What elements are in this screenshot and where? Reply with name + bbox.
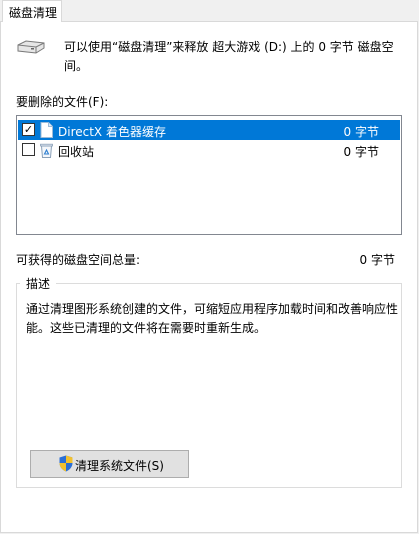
- document-icon: [40, 122, 53, 138]
- recycle-bin-icon: [40, 143, 53, 158]
- file-item-size: 0 字节: [343, 125, 379, 139]
- files-to-delete-label: 要删除的文件(F):: [16, 95, 109, 109]
- total-space-label: 可获得的磁盘空间总量:: [16, 253, 141, 267]
- tab-disk-cleanup[interactable]: 磁盘清理: [2, 0, 62, 22]
- intro-text: 可以使用“磁盘清理”来释放 超大游戏 (D:) 上的 0 字节 磁盘空间。: [64, 40, 394, 73]
- file-item-directx-cache[interactable]: ✓ DirectX 着色器缓存 0 字节: [18, 120, 400, 140]
- clean-system-files-button[interactable]: 清理系统文件(S): [30, 450, 189, 478]
- file-item-name: DirectX 着色器缓存: [58, 125, 166, 139]
- description-title: 描述: [20, 275, 57, 292]
- clean-system-files-label: 清理系统文件(S): [75, 459, 164, 473]
- file-item-size: 0 字节: [343, 145, 379, 159]
- drive-icon: [17, 40, 45, 54]
- file-item-name: 回收站: [58, 145, 95, 159]
- total-space-value: 0 字节: [359, 253, 395, 267]
- file-list[interactable]: ✓ DirectX 着色器缓存 0 字节 回收站 0 字节: [16, 115, 402, 235]
- shield-icon: [59, 455, 73, 472]
- file-item-recycle-bin[interactable]: 回收站 0 字节: [18, 140, 400, 160]
- description-text: 通过清理图形系统创建的文件，可缩短应用程序加载时间和改善响应性能。这些已清理的文…: [26, 302, 399, 335]
- file-checkbox[interactable]: [22, 143, 35, 156]
- file-checkbox[interactable]: ✓: [22, 123, 35, 136]
- tab-label: 磁盘清理: [9, 6, 58, 20]
